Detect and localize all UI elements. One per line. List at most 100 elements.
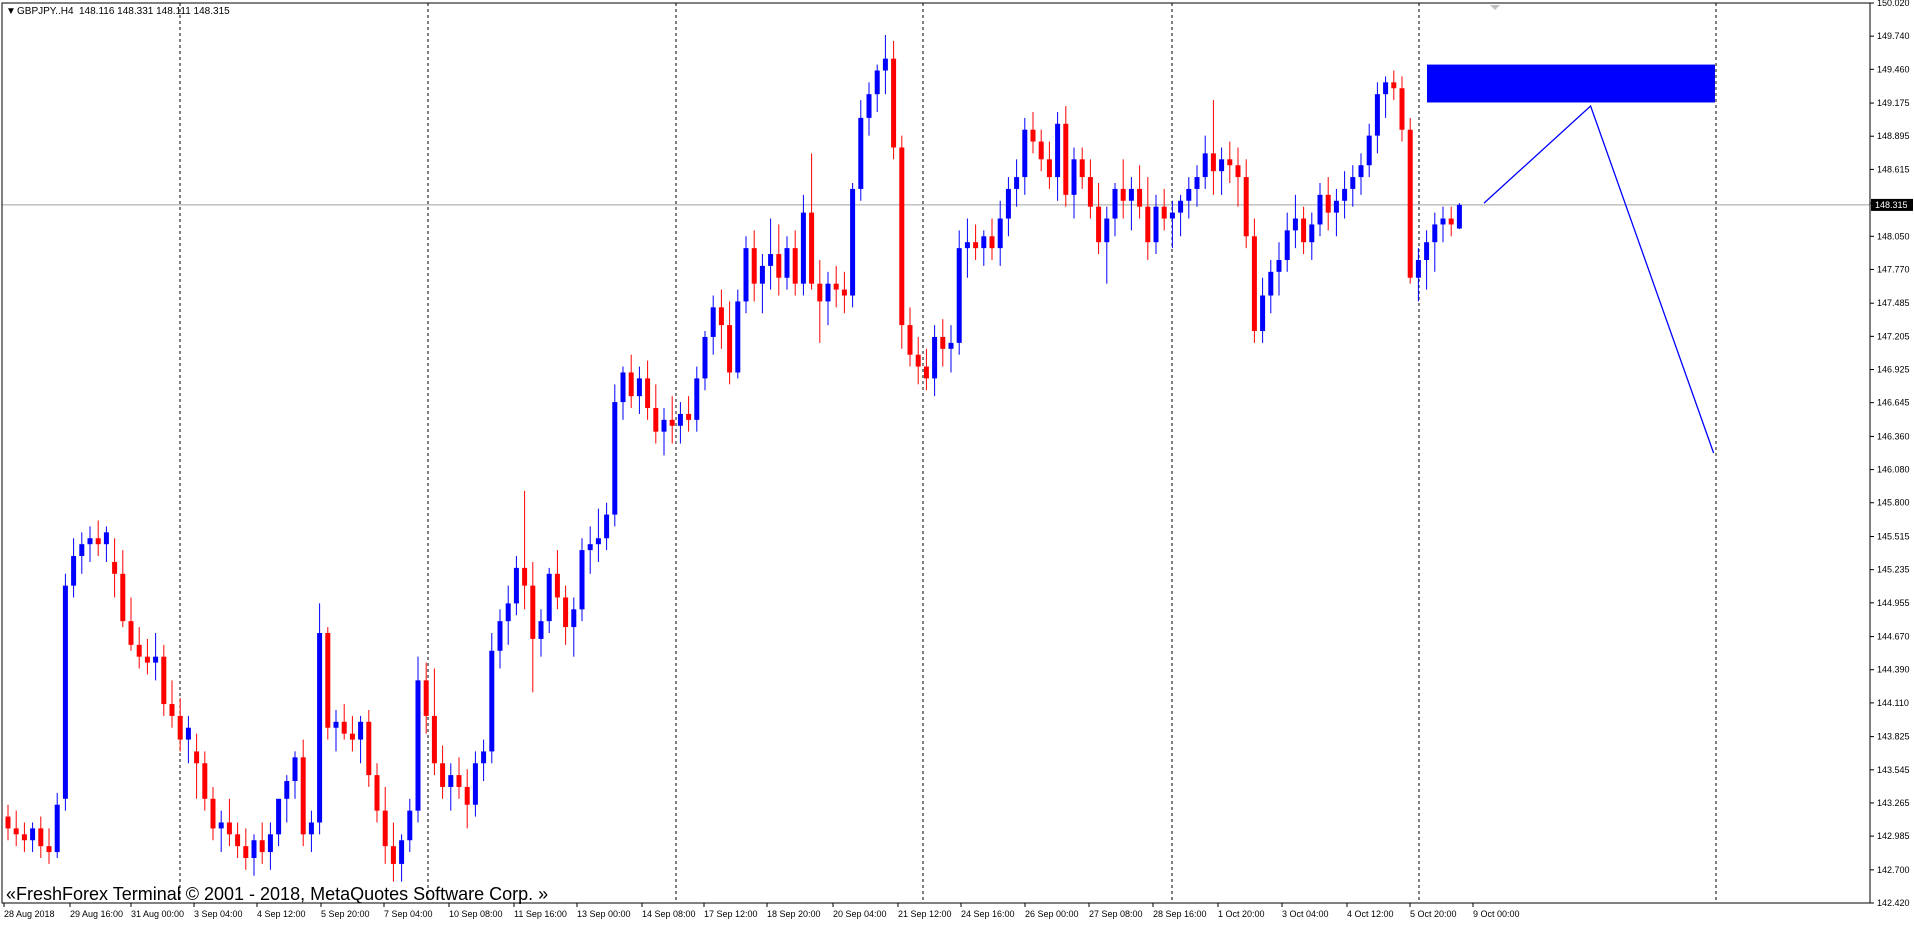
candle-body bbox=[431, 715, 437, 764]
candle-body bbox=[1202, 153, 1208, 178]
candle-body bbox=[1333, 200, 1339, 213]
candle bbox=[276, 798, 282, 847]
candle-body bbox=[759, 265, 765, 284]
candle-body bbox=[399, 840, 405, 864]
candle-body bbox=[112, 561, 118, 574]
candle-body bbox=[915, 354, 921, 367]
y-tick-label: 146.645 bbox=[1877, 398, 1910, 408]
candle-body bbox=[1005, 188, 1011, 219]
candle-body bbox=[768, 254, 774, 266]
candle bbox=[38, 816, 44, 858]
candle-body bbox=[95, 538, 101, 545]
scroll-marker-icon[interactable] bbox=[1490, 5, 1500, 10]
candle bbox=[1087, 159, 1093, 219]
candle bbox=[1358, 153, 1364, 195]
x-tick-label: 28 Sep 16:00 bbox=[1153, 909, 1207, 919]
chart-frame bbox=[1, 2, 1871, 904]
candle bbox=[464, 769, 470, 829]
candle-body bbox=[1391, 82, 1397, 89]
candle bbox=[1292, 194, 1298, 249]
candle bbox=[1030, 111, 1036, 154]
candle bbox=[825, 271, 831, 326]
y-tick-label: 148.050 bbox=[1877, 231, 1910, 241]
candle bbox=[1169, 200, 1175, 249]
candle bbox=[366, 709, 372, 787]
candle-body bbox=[1432, 224, 1438, 243]
y-tick-label: 146.925 bbox=[1877, 365, 1910, 375]
candle bbox=[128, 597, 134, 651]
x-tick-label: 3 Oct 04:00 bbox=[1282, 909, 1329, 919]
y-tick-label: 147.770 bbox=[1877, 264, 1910, 274]
candle bbox=[300, 739, 306, 847]
candle bbox=[210, 786, 216, 841]
symbol-triangle-icon[interactable]: ▼ bbox=[6, 6, 16, 17]
candle bbox=[1202, 135, 1208, 189]
candle-body bbox=[349, 733, 355, 740]
candle bbox=[1415, 248, 1421, 302]
candle bbox=[1374, 82, 1380, 154]
candle-body bbox=[1055, 123, 1061, 178]
candle-body bbox=[1243, 177, 1249, 237]
price-chart[interactable]: 150.020 149.740 149.460 149.175 148.895 148.6… bbox=[0, 0, 1914, 926]
candle-body bbox=[751, 248, 757, 284]
candle bbox=[481, 739, 487, 782]
x-tick-label: 14 Sep 08:00 bbox=[642, 909, 696, 919]
forecast-trend-line[interactable] bbox=[1483, 104, 1715, 454]
x-tick-label: 20 Sep 04:00 bbox=[833, 909, 887, 919]
candle-body bbox=[481, 751, 487, 764]
candle bbox=[1079, 147, 1085, 189]
candle bbox=[563, 585, 569, 645]
candle-body bbox=[448, 775, 454, 787]
candle-body bbox=[464, 786, 470, 805]
candle bbox=[1440, 206, 1446, 243]
candle-body bbox=[1342, 188, 1348, 201]
candle bbox=[513, 556, 519, 616]
candle-body bbox=[1448, 218, 1454, 225]
candle bbox=[292, 751, 298, 799]
candle-body bbox=[579, 550, 585, 610]
candle bbox=[636, 366, 642, 414]
candle bbox=[431, 668, 437, 776]
x-tick-label: 26 Sep 00:00 bbox=[1025, 909, 1079, 919]
candle bbox=[997, 200, 1003, 266]
candle bbox=[1301, 206, 1307, 255]
candle-body bbox=[546, 573, 552, 622]
candle bbox=[571, 597, 577, 657]
candle-body bbox=[382, 810, 388, 847]
candle bbox=[1391, 70, 1397, 101]
y-tick-label: 145.235 bbox=[1877, 565, 1910, 575]
candle bbox=[1096, 183, 1102, 255]
candle-body bbox=[497, 621, 503, 651]
candle-body bbox=[538, 621, 544, 639]
candle-body bbox=[636, 378, 642, 397]
candle bbox=[792, 230, 798, 296]
candle bbox=[1333, 188, 1339, 237]
candle-body bbox=[1309, 224, 1315, 243]
current-price-label: 148.315 bbox=[1875, 200, 1908, 210]
candle-body bbox=[1325, 194, 1331, 213]
y-tick-label: 149.740 bbox=[1877, 31, 1910, 41]
candle-body bbox=[833, 283, 839, 290]
candle bbox=[579, 538, 585, 622]
y-tick-label: 145.800 bbox=[1877, 498, 1910, 508]
candle bbox=[505, 585, 511, 645]
candle-body bbox=[226, 822, 232, 835]
candle bbox=[538, 609, 544, 657]
candle-body bbox=[948, 342, 954, 349]
candle-body bbox=[1276, 259, 1282, 272]
candle bbox=[612, 384, 618, 527]
candle bbox=[727, 301, 733, 385]
candle bbox=[243, 828, 249, 870]
candle bbox=[1424, 230, 1430, 290]
candle bbox=[456, 757, 462, 799]
candle bbox=[1014, 159, 1020, 207]
candle bbox=[390, 822, 396, 882]
supply-zone-rect[interactable] bbox=[1427, 64, 1715, 103]
candle-body bbox=[1087, 177, 1093, 207]
candle bbox=[1325, 177, 1331, 231]
candle bbox=[735, 289, 741, 379]
candle-body bbox=[727, 325, 733, 373]
candle-body bbox=[891, 58, 897, 148]
candle bbox=[866, 82, 872, 136]
candle-body bbox=[628, 372, 634, 397]
